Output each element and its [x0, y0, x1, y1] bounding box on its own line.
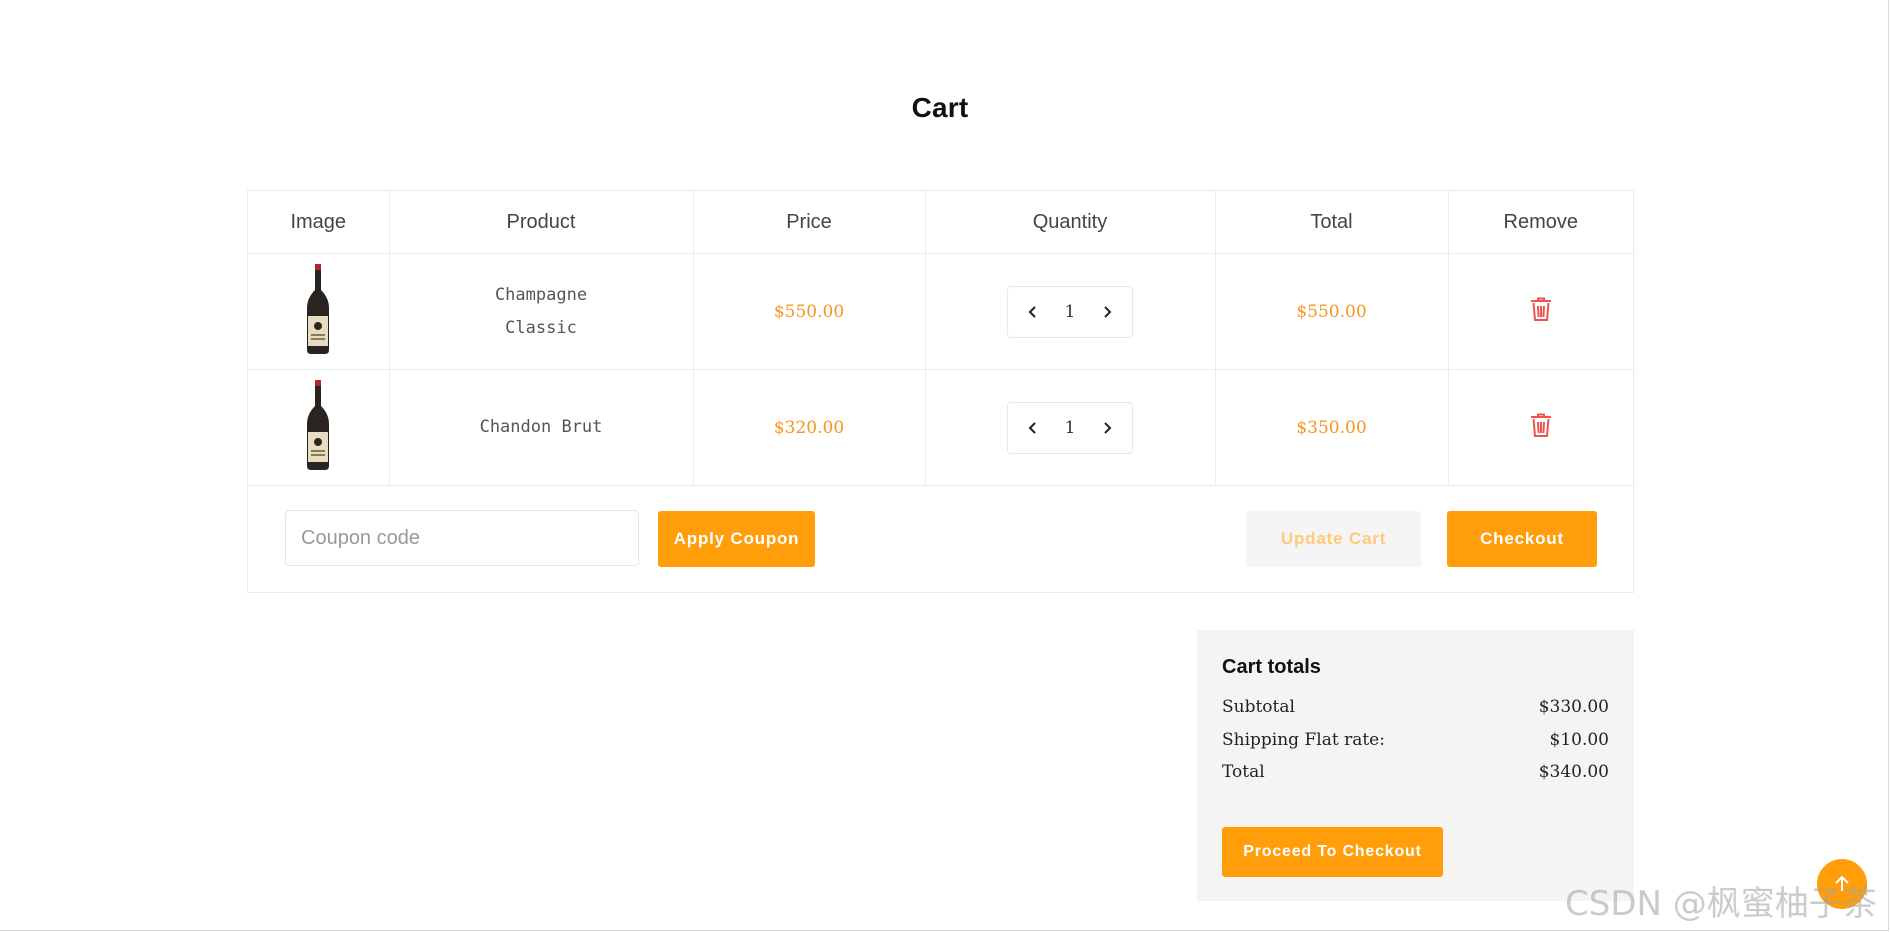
quantity-cell: 1 — [925, 369, 1216, 486]
chevron-left-icon[interactable] — [1024, 419, 1042, 437]
coupon-code-input[interactable] — [285, 510, 639, 566]
page-title: Cart — [911, 92, 969, 123]
table-header-row: Image Product Price Quantity Total Remov… — [248, 191, 1633, 254]
checkout-button[interactable]: Checkout — [1447, 511, 1597, 567]
table-row: Chandon Brut $320.00 1 $350.00 — [248, 369, 1633, 486]
total-value: $340.00 — [1538, 762, 1609, 782]
price-cell: $320.00 — [693, 369, 926, 486]
trash-icon[interactable] — [1530, 413, 1552, 442]
quantity-cell: 1 — [925, 253, 1216, 370]
subtotal-value: $330.00 — [1538, 697, 1609, 717]
quantity-stepper: 1 — [1007, 401, 1133, 454]
subtotal-row: Subtotal $330.00 — [1222, 697, 1609, 717]
total-cell: $350.00 — [1215, 369, 1449, 486]
header-remove: Remove — [1448, 191, 1633, 254]
remove-cell — [1448, 369, 1633, 486]
shipping-row: Shipping Flat rate: $10.00 — [1222, 730, 1609, 750]
header-image: Image — [248, 191, 390, 254]
shipping-value: $10.00 — [1549, 730, 1609, 750]
line-total: $350.00 — [1296, 417, 1367, 438]
quantity-value[interactable]: 1 — [1065, 302, 1076, 322]
total-label: Total — [1222, 762, 1265, 782]
cart-table: Image Product Price Quantity Total Remov… — [248, 191, 1633, 486]
trash-icon[interactable] — [1530, 297, 1552, 326]
header-total: Total — [1215, 191, 1449, 254]
price-cell: $550.00 — [693, 253, 926, 370]
header-quantity: Quantity — [925, 191, 1216, 254]
update-cart-button[interactable]: Update Cart — [1246, 511, 1421, 567]
product-name[interactable]: Champagne Classic — [390, 279, 693, 345]
product-price: $320.00 — [773, 417, 845, 438]
product-name-cell: Champagne Classic — [389, 253, 694, 370]
cart-totals-panel: Cart totals Subtotal $330.00 Shipping Fl… — [1197, 630, 1634, 901]
shipping-label: Shipping Flat rate: — [1222, 730, 1385, 750]
total-cell: $550.00 — [1215, 253, 1449, 370]
header-product: Product — [389, 191, 694, 254]
total-row: Total $340.00 — [1222, 762, 1609, 782]
apply-coupon-button[interactable]: Apply Coupon — [658, 511, 815, 567]
cart-actions: Apply Coupon Update Cart Checkout — [248, 486, 1633, 593]
subtotal-label: Subtotal — [1222, 697, 1295, 717]
product-image-cell — [248, 369, 390, 486]
product-name-cell: Chandon Brut — [389, 369, 694, 486]
proceed-to-checkout-button[interactable]: Proceed To Checkout — [1222, 827, 1443, 877]
product-price: $550.00 — [773, 301, 845, 322]
wine-bottle-icon[interactable] — [305, 380, 331, 470]
chevron-left-icon[interactable] — [1024, 303, 1042, 321]
quantity-stepper: 1 — [1007, 285, 1133, 338]
table-row: Champagne Classic $550.00 1 $550.00 — [248, 253, 1633, 370]
line-total: $550.00 — [1296, 301, 1367, 322]
product-image-cell — [248, 253, 390, 370]
cart-totals-title: Cart totals — [1222, 656, 1321, 678]
chevron-right-icon[interactable] — [1098, 419, 1116, 437]
watermark: CSDN @枫蜜柚子茶 — [1565, 884, 1877, 924]
product-name[interactable]: Chandon Brut — [390, 411, 693, 444]
quantity-value[interactable]: 1 — [1065, 418, 1076, 438]
cart-table-container: Image Product Price Quantity Total Remov… — [247, 190, 1634, 593]
remove-cell — [1448, 253, 1633, 370]
header-price: Price — [693, 191, 926, 254]
wine-bottle-icon[interactable] — [305, 264, 331, 354]
chevron-right-icon[interactable] — [1098, 303, 1116, 321]
